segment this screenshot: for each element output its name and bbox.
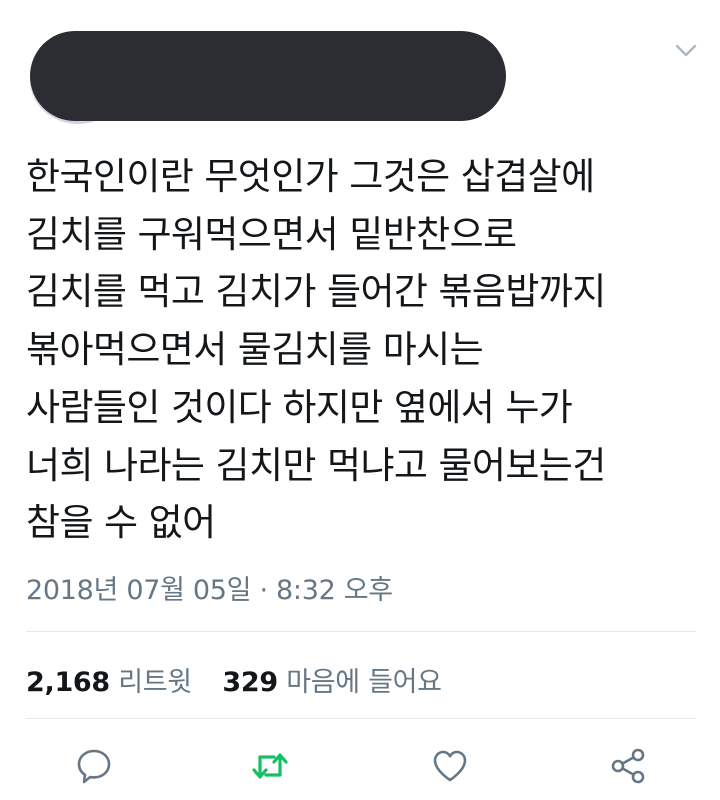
tweet-timestamp[interactable]: 2018년 07월 05일 · 8:32 오후	[26, 568, 393, 607]
chevron-down-icon[interactable]	[674, 38, 698, 62]
retweet-icon[interactable]	[250, 746, 290, 786]
engagement-stats: 2,168 리트윗 329 마음에 들어요	[26, 660, 442, 699]
share-icon[interactable]	[608, 746, 648, 786]
like-label: 마음에 들어요	[286, 667, 442, 698]
like-stat[interactable]: 329 마음에 들어요	[222, 667, 442, 698]
like-count: 329	[222, 667, 278, 698]
divider	[26, 631, 696, 632]
retweet-count: 2,168	[26, 667, 110, 698]
retweet-label: 리트윗	[118, 667, 192, 698]
heart-icon[interactable]	[430, 746, 470, 786]
reply-icon[interactable]	[74, 746, 114, 786]
redacted-username	[30, 31, 506, 121]
retweet-stat[interactable]: 2,168 리트윗	[26, 667, 200, 698]
tweet-text: 한국인이란 무엇인가 그것은 삽겹살에 김치를 구워먹으면서 밑반찬으로 김치를…	[26, 155, 606, 545]
divider	[26, 718, 696, 719]
